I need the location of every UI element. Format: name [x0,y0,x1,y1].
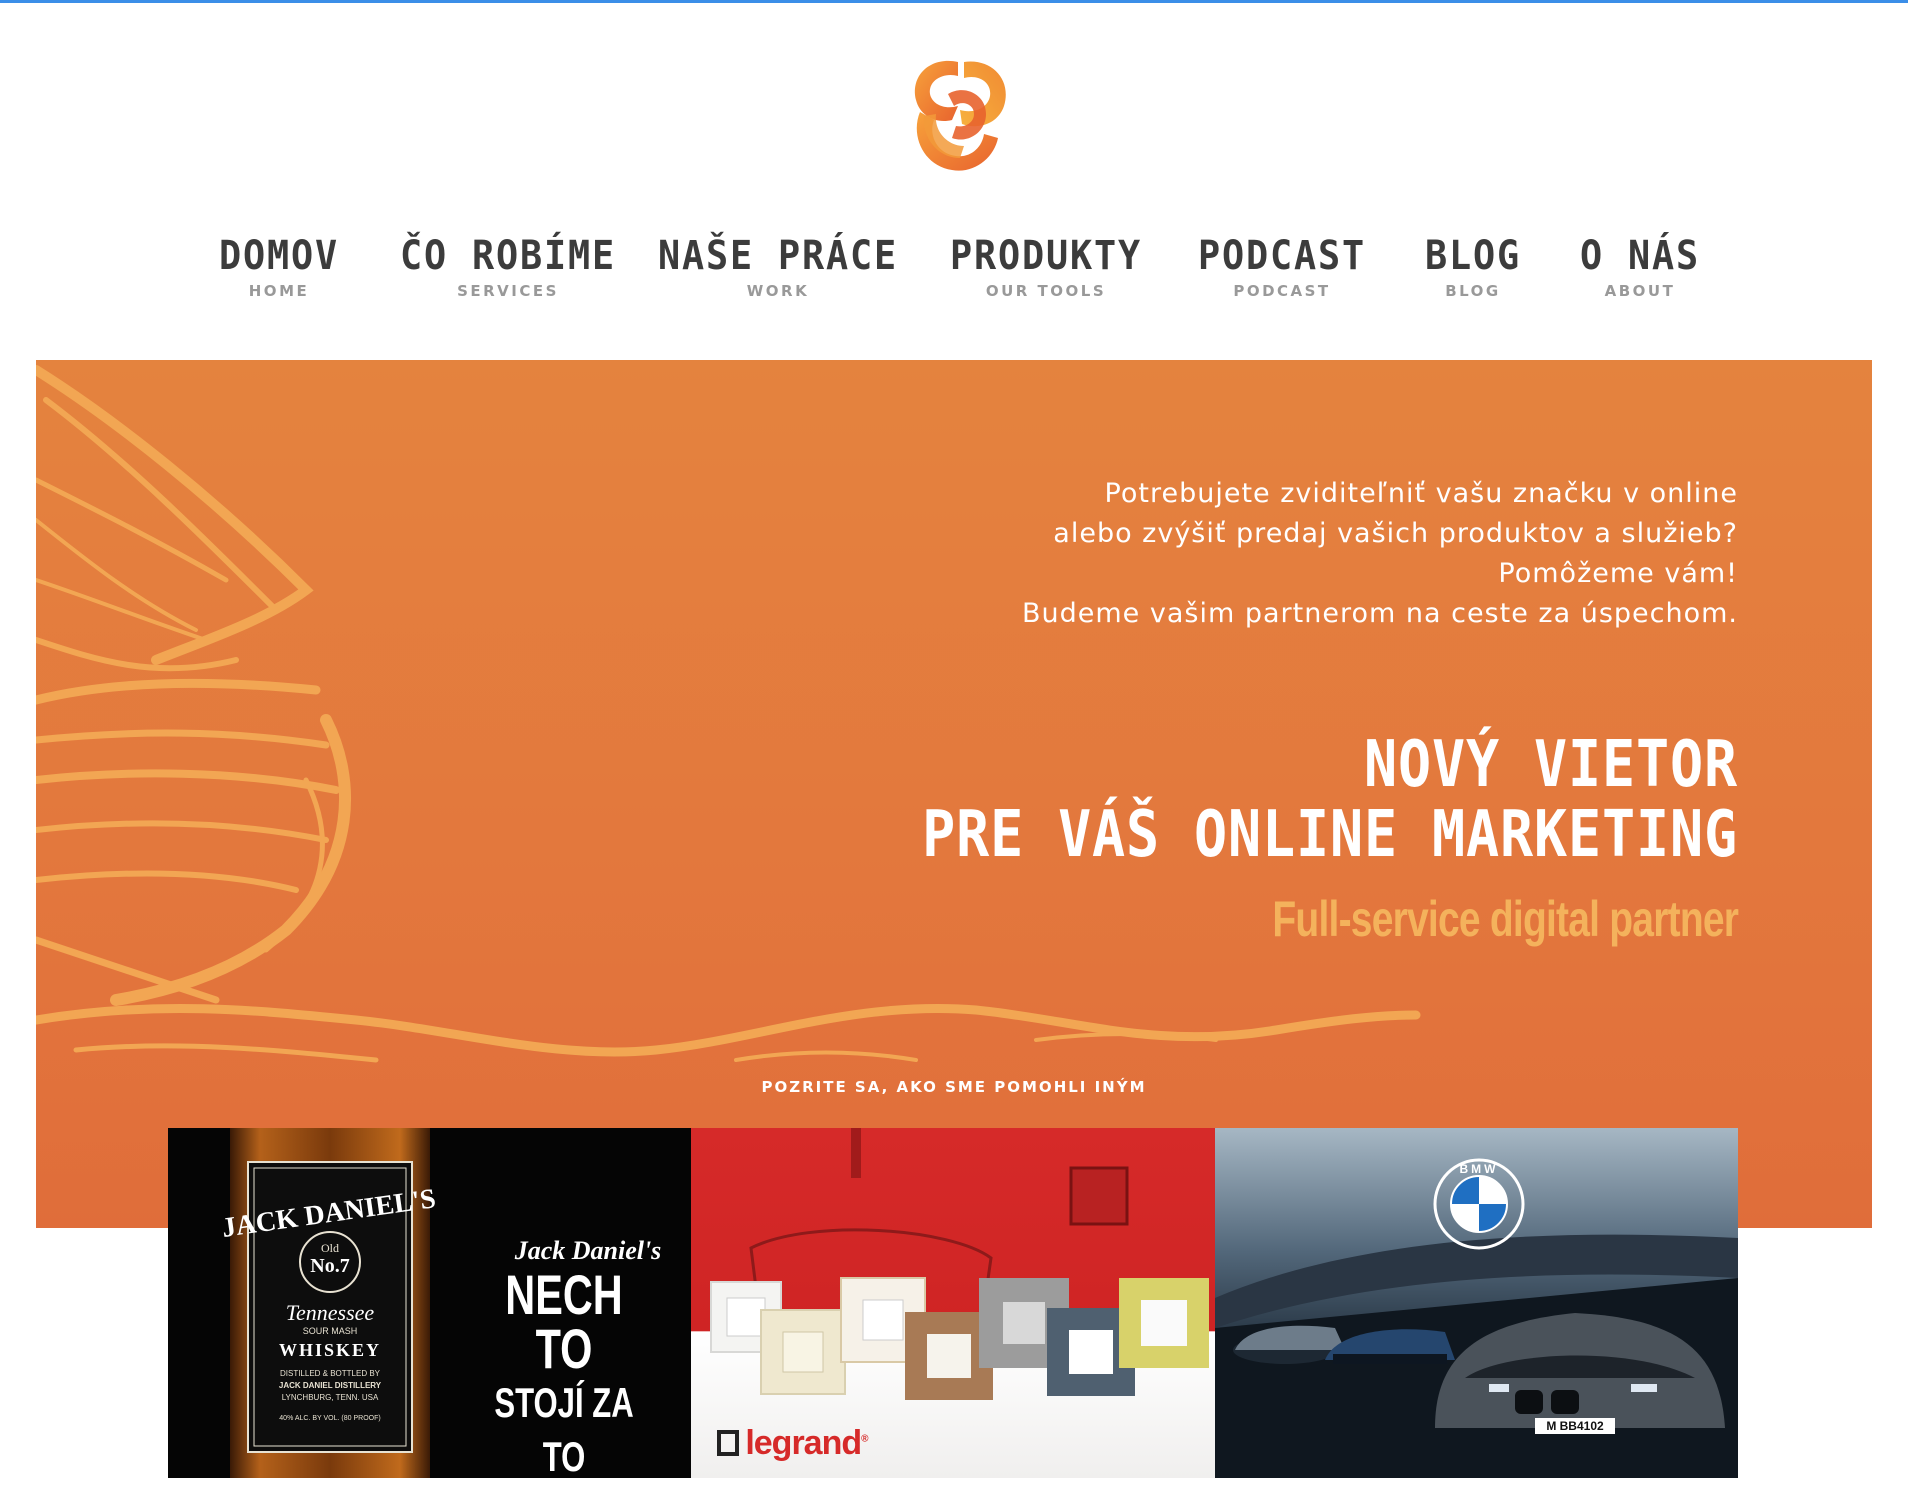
slogan-line: NECH TO [505,1263,623,1380]
hero-headline: NOVÝ VIETOR PRE VÁŠ ONLINE MARKETING [638,730,1738,870]
nav-sublabel: BLOG [1445,282,1501,300]
company-logo[interactable] [900,54,1018,176]
hero-banner: Potrebujete zviditeľniť vašu značku v on… [36,360,1872,1228]
nav-item-work[interactable]: NAŠE PRÁCE WORK [648,232,909,300]
slogan-line: STOJÍ ZA TO [494,1379,634,1478]
bottle-label-old: Old [321,1241,339,1255]
bottle-label-lynchburg: LYNCHBURG, TENN. USA [282,1393,379,1402]
intro-line: alebo zvýšiť predaj vašich produktov a s… [1053,518,1738,549]
cases-label: POZRITE SA, AKO SME POMOHLI INÝM [761,1078,1147,1096]
headline-line: NOVÝ VIETOR [1364,728,1738,802]
bottle-label-no7: No.7 [310,1255,349,1277]
case-studies-gallery: JACK DANIEL'S Old No.7 Tennessee SOUR MA… [168,1128,1738,1478]
bottle-label-abv: 40% ALC. BY VOL. (80 PROOF) [279,1415,380,1422]
legrand-logo: legrand® [717,1424,869,1463]
headline-line: PRE VÁŠ ONLINE MARKETING [922,798,1738,872]
bottle-label-distilled: DISTILLED & BOTTLED BY [280,1369,381,1378]
intro-line: Pomôžeme vám! [1498,558,1738,589]
nav-label: PRODUKTY [950,233,1142,279]
case-card-jack-daniels[interactable]: JACK DANIEL'S Old No.7 Tennessee SOUR MA… [168,1128,692,1479]
nav-item-services[interactable]: ČO ROBÍME SERVICES [391,232,626,300]
nav-item-products[interactable]: PRODUKTY OUR TOOLS [942,232,1151,300]
nav-sublabel: SERVICES [457,282,559,300]
license-plate-text: M BB4102 [1546,1419,1604,1433]
nav-label: NAŠE PRÁCE [658,233,898,279]
nav-item-blog[interactable]: BLOG BLOG [1421,232,1525,300]
nav-sublabel: PODCAST [1233,282,1331,300]
nav-sublabel: OUR TOOLS [985,282,1107,300]
tagline-text: Full-service digital partner [1272,891,1739,947]
intro-line: Budeme vašim partnerom na ceste za úspec… [1022,598,1738,629]
legrand-mark-icon [717,1430,740,1456]
bmw-logo-text: BMW [1459,1162,1498,1176]
hero-tagline: Full-service digital partner [838,890,1739,948]
nav-label: O NÁS [1580,233,1700,279]
case-card-legrand[interactable]: legrand® [691,1128,1215,1478]
nav-label: PODCAST [1198,233,1366,279]
hero-intro: Potrebujete zviditeľniť vašu značku v on… [838,474,1738,634]
nav-label: BLOG [1425,233,1521,279]
case-card-bmw[interactable]: M BB4102 BMW [1214,1128,1738,1478]
sailboat-illustration [36,365,1421,1063]
bmw-logo-icon: BMW [1433,1158,1525,1250]
nav-sublabel: ABOUT [1604,282,1676,300]
nav-sublabel: HOME [248,282,310,300]
bottle-label-whiskey: WHISKEY [279,1340,381,1360]
nav-label: ČO ROBÍME [400,233,616,279]
intro-line: Potrebujete zviditeľniť vašu značku v on… [1104,478,1738,509]
whiskey-bottle-image: JACK DANIEL'S Old No.7 Tennessee SOUR MA… [220,1128,438,1478]
legrand-logo-text: legrand [745,1424,862,1462]
nav-item-podcast[interactable]: PODCAST PODCAST [1191,232,1374,300]
registered-mark: ® [861,1433,868,1445]
nav-sublabel: WORK [746,282,810,300]
nav-label: DOMOV [219,233,339,279]
nav-item-about[interactable]: O NÁS ABOUT [1575,232,1705,300]
top-accent-line [0,0,1908,3]
nav-item-home[interactable]: DOMOV HOME [214,232,344,300]
jack-daniels-slogan: NECH TO STOJÍ ZA TO [464,1263,664,1479]
bottle-label-sour-mash: SOUR MASH [303,1326,358,1336]
bottle-label-distillery: JACK DANIEL DISTILLERY [279,1381,382,1390]
bottle-label-tennessee: Tennessee [286,1300,375,1325]
jack-daniels-logo: Jack Daniel's [514,1236,662,1265]
main-nav: DOMOV HOME ČO ROBÍME SERVICES NAŠE PRÁCE… [0,232,1908,312]
